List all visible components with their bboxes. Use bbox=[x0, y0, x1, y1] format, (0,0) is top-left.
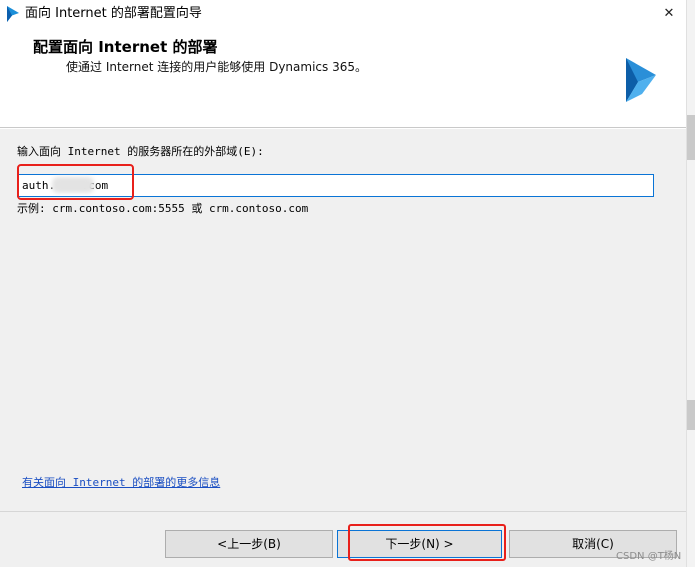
page-subtitle: 使通过 Internet 连接的用户能够使用 Dynamics 365。 bbox=[66, 60, 367, 74]
scrollbar-thumb[interactable] bbox=[687, 400, 695, 430]
wizard-footer: <上一步(B) 下一步(N) > 取消(C) CSDN @T杨N bbox=[0, 511, 686, 567]
close-icon: ✕ bbox=[663, 6, 675, 21]
close-button[interactable]: ✕ bbox=[652, 2, 686, 26]
next-highlight-box bbox=[348, 524, 506, 561]
page-scrollbar[interactable] bbox=[686, 0, 695, 567]
dynamics-brand-icon bbox=[626, 58, 656, 102]
back-button[interactable]: <上一步(B) bbox=[165, 530, 333, 558]
domain-label: 输入面向 Internet 的服务器所在的外部域(E): bbox=[17, 145, 264, 158]
window-title: 面向 Internet 的部署配置向导 bbox=[25, 6, 202, 21]
title-bar: 面向 Internet 的部署配置向导 ✕ bbox=[0, 0, 695, 28]
dynamics-logo-icon bbox=[7, 6, 19, 22]
input-highlight-box bbox=[17, 164, 134, 200]
page-title: 配置面向 Internet 的部署 bbox=[33, 38, 218, 56]
more-info-link[interactable]: 有关面向 Internet 的部署的更多信息 bbox=[22, 476, 220, 490]
scrollbar-thumb[interactable] bbox=[687, 115, 695, 160]
wizard-header: 配置面向 Internet 的部署 使通过 Internet 连接的用户能够使用… bbox=[0, 28, 686, 128]
example-text: 示例: crm.contoso.com:5555 或 crm.contoso.c… bbox=[17, 202, 309, 215]
watermark: CSDN @T杨N bbox=[616, 551, 682, 562]
wizard-content: 输入面向 Internet 的服务器所在的外部域(E): 示例: crm.con… bbox=[0, 129, 686, 511]
